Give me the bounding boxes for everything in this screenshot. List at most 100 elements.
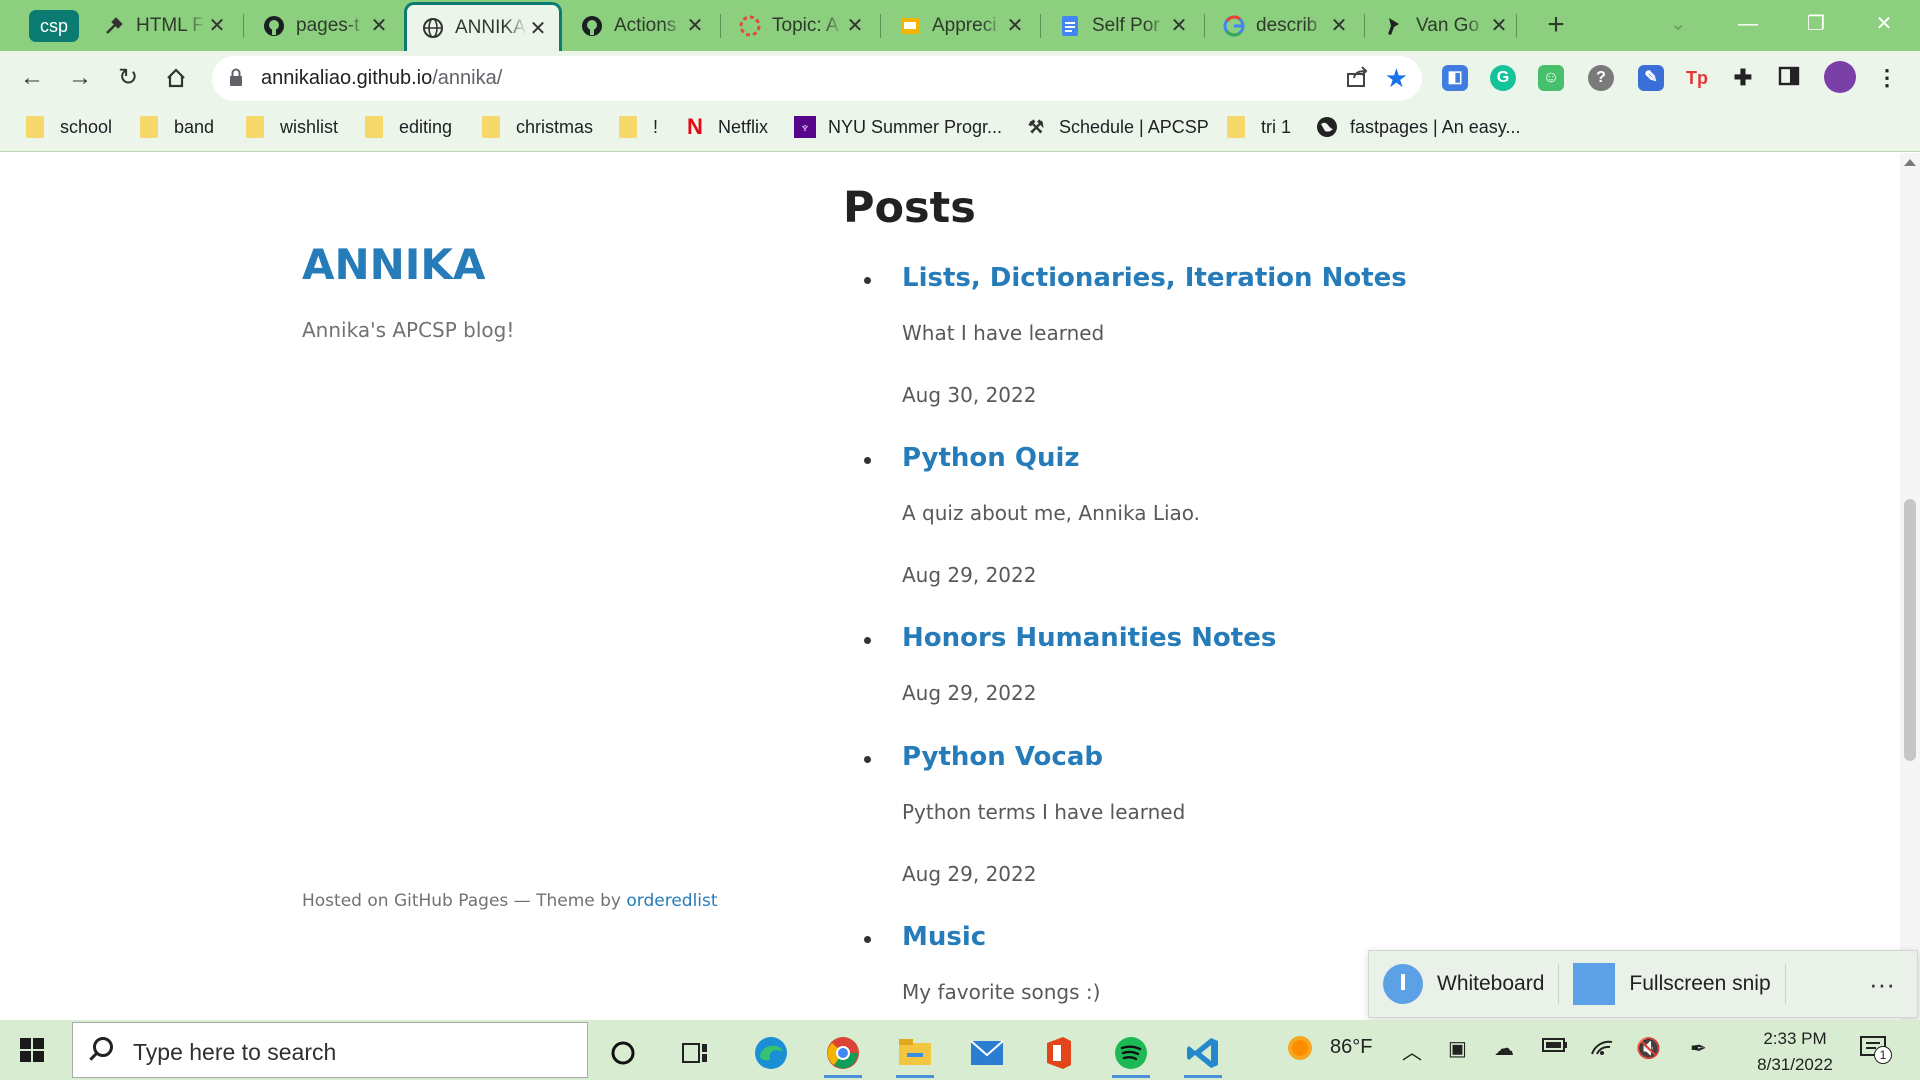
clock-time: 2:33 PM [1763,1029,1827,1048]
page-scrollbar[interactable] [1900,153,1920,1020]
bookmark-fastpages[interactable]: fastpages | An easy... [1316,116,1520,138]
bullet [864,277,871,284]
clock-date: 8/31/2022 [1757,1055,1833,1074]
bookmark-christmas[interactable]: christmas [482,116,593,138]
extension-calendar-icon[interactable]: ☺ [1538,65,1564,91]
onedrive-icon[interactable]: ☁ [1494,1036,1514,1061]
close-icon[interactable]: ✕ [206,13,228,38]
minimize-button[interactable]: — [1718,6,1778,42]
forward-icon[interactable]: → [60,58,100,98]
side-panel-icon[interactable] [1776,65,1802,91]
battery-icon[interactable] [1542,1036,1568,1059]
post-title-link[interactable]: Lists, Dictionaries, Iteration Notes [902,263,1407,293]
bookmark-band[interactable]: band [140,116,214,138]
spotify-icon[interactable] [1106,1028,1156,1078]
post-title-link[interactable]: Python Vocab [902,742,1103,772]
close-icon[interactable]: ✕ [1328,13,1350,38]
bookmark-exclaim[interactable]: ! [619,116,658,138]
close-icon[interactable]: ✕ [1168,13,1190,38]
bookmark-school[interactable]: school [26,116,112,138]
grammarly-icon[interactable]: G [1490,65,1516,91]
post-description: Python terms I have learned [902,800,1186,824]
post-title-link[interactable]: Music [902,922,986,952]
tab-van-gogh[interactable]: Van Go ✕ [1368,4,1520,47]
folder-icon [619,116,637,138]
wifi-icon[interactable] [1590,1036,1614,1062]
bookmark-label: school [60,116,113,137]
volume-muted-icon[interactable]: 🔇 [1636,1036,1661,1061]
home-icon[interactable] [156,58,196,98]
close-icon[interactable]: ✕ [844,13,866,38]
bookmark-editing[interactable]: editing [365,116,452,138]
close-window-button[interactable]: ✕ [1854,6,1914,42]
task-view-icon[interactable] [670,1028,720,1078]
bookmark-wishlist[interactable]: wishlist [246,116,338,138]
office-icon[interactable] [1034,1028,1084,1078]
weather-icon[interactable] [1286,1034,1314,1068]
tab-title: Actions [614,14,677,36]
bookmark-nyu[interactable]: ♆ NYU Summer Progr... [794,116,1002,138]
folder-icon [246,116,264,138]
site-title[interactable]: ANNIKA [302,240,485,289]
avatar[interactable] [1824,61,1856,93]
tab-actions[interactable]: Actions ✕ [566,4,716,47]
extension-google-icon[interactable]: ◧ [1442,65,1468,91]
scroll-up-icon[interactable] [1904,159,1916,166]
system-clock[interactable]: 2:33 PM 8/31/2022 [1740,1026,1850,1078]
address-bar[interactable]: annikaliao.github.io/annika/ ★ [212,56,1422,101]
tab-appreci[interactable]: Appreci ✕ [884,4,1036,47]
extensions-puzzle-icon[interactable]: ✚ [1730,65,1756,91]
edge-icon[interactable] [746,1028,796,1078]
post-title-link[interactable]: Honors Humanities Notes [902,623,1276,653]
share-icon[interactable] [1346,66,1370,94]
tab-pages[interactable]: pages-t ✕ [248,4,400,47]
theme-author-link[interactable]: orderedlist [626,891,717,911]
extension-pen-icon[interactable]: ✎ [1638,65,1664,91]
divider [1784,964,1786,1004]
scrollbar-thumb[interactable] [1904,499,1916,761]
tab-html[interactable]: HTML F ✕ [88,4,238,47]
close-icon[interactable]: ✕ [1004,13,1026,38]
tab-title: Topic: A [772,14,839,36]
file-explorer-icon[interactable] [890,1028,940,1078]
tab-topic[interactable]: Topic: A ✕ [724,4,876,47]
tab-describe[interactable]: describ ✕ [1208,4,1360,47]
new-tab-button[interactable]: + [1536,6,1576,46]
fullscreen-snip-option[interactable]: Fullscreen snip [1559,951,1784,1017]
meet-now-icon[interactable]: ▣ [1448,1036,1467,1061]
pen-icon[interactable]: ✒ [1690,1036,1707,1061]
tab-search-icon[interactable]: ⌄ [1648,6,1708,42]
extension-tp-icon[interactable]: Tp [1684,65,1710,91]
more-options-button[interactable]: ··· [1847,969,1917,1000]
chevron-up-icon[interactable]: ︿ [1402,1036,1422,1065]
extension-help-icon[interactable]: ? [1588,65,1614,91]
url-text[interactable]: annikaliao.github.io/annika/ [261,67,502,90]
back-icon[interactable]: ← [12,58,52,98]
menu-kebab-icon[interactable]: ⋮ [1874,65,1900,91]
vscode-icon[interactable] [1178,1028,1228,1078]
tab-self-portrait[interactable]: Self Por ✕ [1044,4,1200,47]
bookmark-star-icon[interactable]: ★ [1385,63,1408,94]
cortana-icon[interactable] [598,1028,648,1078]
bookmark-netflix[interactable]: N Netflix [684,114,768,139]
notification-icon[interactable]: 1 [1858,1034,1892,1072]
whiteboard-option[interactable]: Whiteboard [1369,951,1558,1017]
bookmark-tri1[interactable]: tri 1 [1227,116,1291,138]
temperature[interactable]: 86°F [1330,1036,1372,1059]
mail-icon[interactable] [962,1028,1012,1078]
close-icon[interactable]: ✕ [1488,13,1510,38]
tab-group-chip[interactable]: csp [29,10,80,42]
lock-icon[interactable] [228,68,250,90]
taskbar-search[interactable]: Type here to search [72,1022,588,1078]
reload-icon[interactable]: ↻ [108,58,148,98]
chrome-icon[interactable] [818,1028,868,1078]
bookmark-schedule[interactable]: ⚒ Schedule | APCSP [1025,116,1209,138]
restore-button[interactable]: ❐ [1786,6,1846,42]
tab-annika[interactable]: ANNIKA ✕ [404,2,562,51]
folder-icon [1227,116,1245,138]
close-icon[interactable]: ✕ [684,13,706,38]
windows-start-icon[interactable] [14,1032,58,1068]
post-title-link[interactable]: Python Quiz [902,443,1080,473]
close-icon[interactable]: ✕ [527,16,549,41]
close-icon[interactable]: ✕ [368,13,390,38]
